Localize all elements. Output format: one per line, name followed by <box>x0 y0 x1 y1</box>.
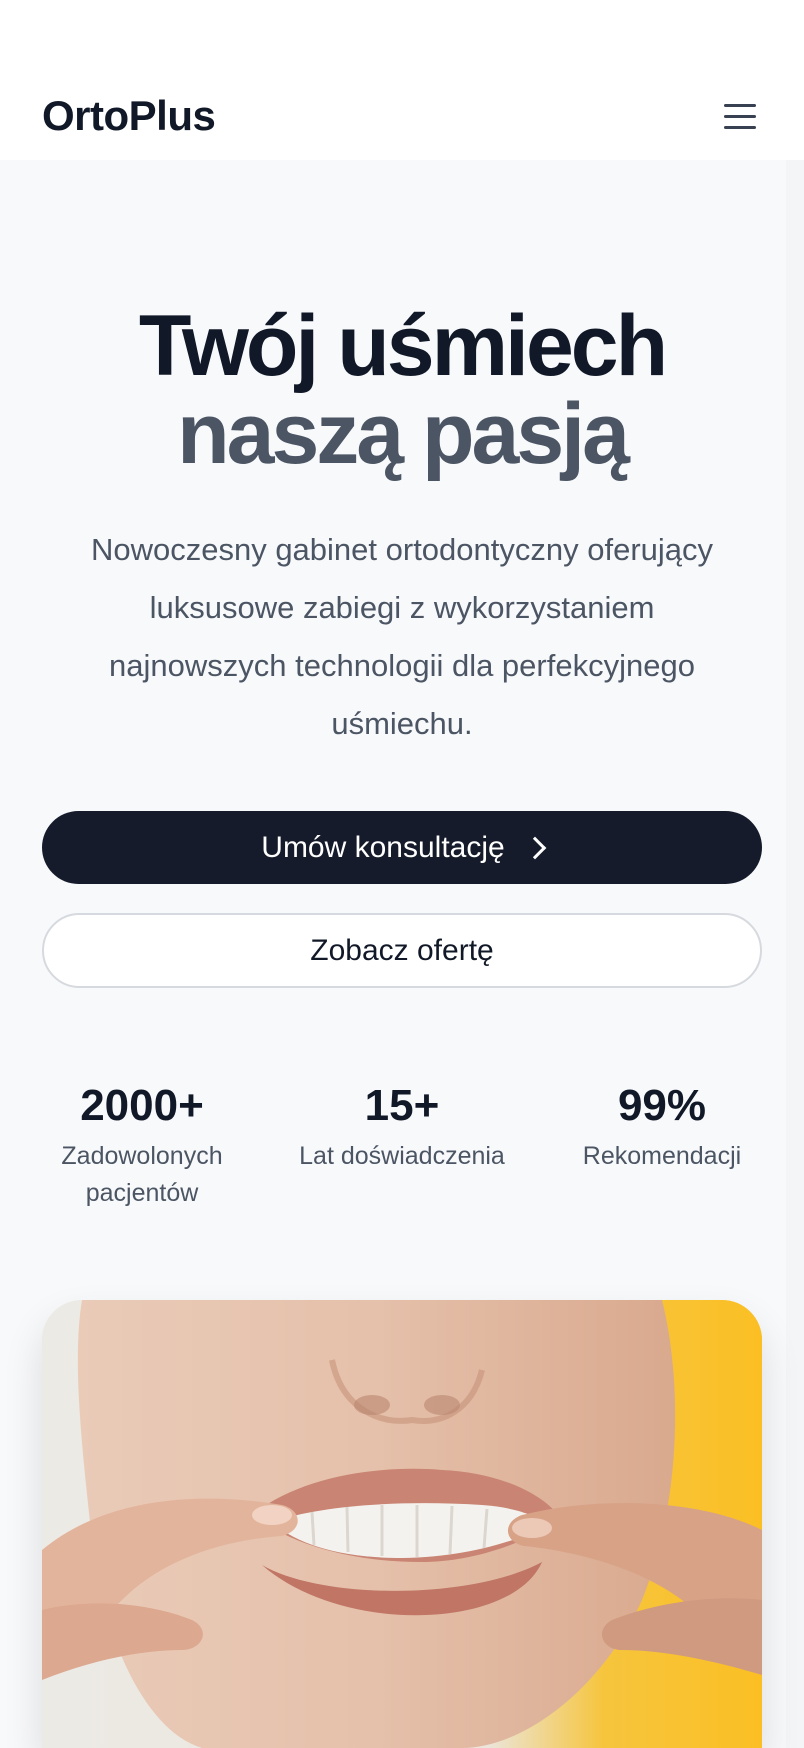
aligner-photo-illustration <box>42 1300 762 1748</box>
book-consultation-button[interactable]: Umów konsultację <box>42 811 762 884</box>
hero-lead: Nowoczesny gabinet ortodontyczny oferują… <box>90 532 714 741</box>
stat-value: 15+ <box>364 1081 440 1130</box>
chevron-right-icon <box>523 836 547 859</box>
book-consultation-label: Umów konsultację <box>261 830 505 864</box>
logo[interactable]: OrtoPlus <box>42 92 216 140</box>
hero-title-line1: Twój uśmiech <box>138 298 668 394</box>
site-header: OrtoPlus <box>0 0 804 160</box>
menu-line <box>724 103 756 107</box>
see-offer-label: Zobacz ofertę <box>310 933 494 967</box>
hero-title: Twój uśmiech naszą pasją <box>0 302 804 478</box>
stat-label: Lat doświadczenia <box>299 1142 505 1170</box>
menu-line <box>724 125 756 129</box>
stat-patients: 2000+ Zadowolonych pacjentów <box>12 1078 272 1212</box>
see-offer-button[interactable]: Zobacz ofertę <box>42 913 762 988</box>
menu-line <box>724 114 756 118</box>
hero-title-line2: naszą pasją <box>177 386 630 482</box>
stat-value: 99% <box>617 1081 707 1130</box>
stat-label: Zadowolonych pacjentów <box>61 1142 223 1207</box>
hamburger-menu-icon[interactable] <box>718 96 762 136</box>
stat-value: 2000+ <box>80 1081 204 1130</box>
hero-image <box>42 1300 762 1748</box>
stat-experience: 15+ Lat doświadczenia <box>272 1078 532 1175</box>
stat-label: Rekomendacji <box>582 1142 742 1170</box>
stat-recommendations: 99% Rekomendacji <box>532 1078 792 1175</box>
